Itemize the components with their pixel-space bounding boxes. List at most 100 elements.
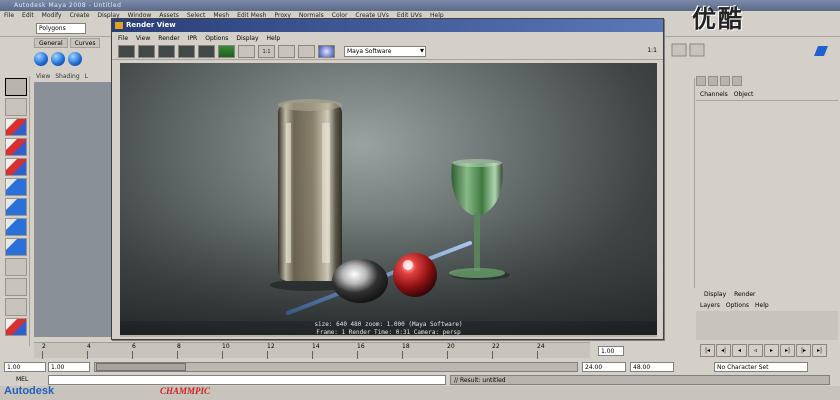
wine-glass-stem (474, 213, 480, 271)
renderer-select[interactable]: Maya Software (344, 46, 426, 57)
range-outer-end-field[interactable]: 48.00 (630, 362, 674, 372)
tool-settings-icon[interactable] (720, 76, 730, 86)
scale-tool-icon[interactable] (5, 178, 27, 196)
sphere-icon[interactable] (68, 52, 82, 66)
step-back-key-icon[interactable]: ◂| (716, 344, 731, 357)
channel-area (696, 100, 838, 285)
menu-file[interactable]: File (4, 11, 14, 21)
layer-menu-options[interactable]: Options (726, 301, 749, 310)
play-back-icon[interactable]: ◃ (748, 344, 763, 357)
move-tool-icon[interactable] (5, 138, 27, 156)
channel-tab-channels[interactable]: Channels (700, 90, 728, 100)
chrome-sphere (332, 259, 388, 303)
go-to-end-icon[interactable]: ▸| (812, 344, 827, 357)
rv-menu-view[interactable]: View (136, 33, 150, 44)
youku-watermark: 优酷 (692, 7, 744, 33)
character-set-select[interactable]: No Character Set (714, 362, 808, 372)
rgb-channels-icon[interactable] (218, 45, 235, 58)
channel-tabs: Channels Object (696, 90, 836, 100)
timeline-tick-label: 22 (492, 343, 500, 350)
watermark-logo: CHAMMPIC (160, 386, 211, 396)
channel-tab-object[interactable]: Object (734, 90, 754, 100)
mel-label[interactable]: MEL (16, 376, 28, 384)
keep-image-icon[interactable] (278, 45, 295, 58)
timeline-tick (447, 351, 448, 359)
lasso-tool-icon[interactable] (5, 98, 27, 116)
rv-menu-display[interactable]: Display (236, 33, 258, 44)
rv-menu-options[interactable]: Options (205, 33, 228, 44)
render-region-icon[interactable] (138, 45, 155, 58)
timeline-tick-label: 24 (537, 343, 545, 350)
layer-tab-display[interactable]: Display (704, 290, 726, 300)
layout-four-icon[interactable] (5, 258, 27, 276)
menu-edit[interactable]: Edit (22, 11, 34, 21)
layout-single-icon[interactable] (5, 238, 27, 256)
timeline-tick (87, 351, 88, 359)
channel-box-icon[interactable] (696, 76, 706, 86)
step-forward-icon[interactable]: ▸| (780, 344, 795, 357)
sphere-icon[interactable] (34, 52, 48, 66)
tall-glass-rim (278, 99, 342, 111)
right-shelf (668, 40, 840, 68)
render-info-size: size: 640 480 zoom: 1.000 (Maya Software… (314, 321, 463, 328)
layer-tabs: Display Render (696, 290, 838, 300)
rv-menu-render[interactable]: Render (158, 33, 179, 44)
range-end-field[interactable]: 24.00 (582, 362, 626, 372)
ipr-render-icon[interactable] (178, 45, 195, 58)
layer-tab-render[interactable]: Render (734, 290, 755, 300)
go-to-start-icon[interactable]: |◂ (700, 344, 715, 357)
panel-menu-view[interactable]: View (36, 72, 50, 82)
layer-menu-help[interactable]: Help (755, 301, 769, 310)
rendered-image (120, 63, 657, 335)
rotate-tool-icon[interactable] (5, 158, 27, 176)
step-back-icon[interactable]: ◂ (732, 344, 747, 357)
shelf-tab-general[interactable]: General (34, 38, 68, 48)
refresh-icon[interactable] (198, 45, 215, 58)
rv-menu-help[interactable]: Help (267, 33, 281, 44)
real-size-icon[interactable]: 1:1 (258, 45, 275, 58)
render-view-title[interactable]: Render View (112, 19, 663, 32)
remove-image-icon[interactable] (298, 45, 315, 58)
panel-menu-lighting[interactable]: L (85, 72, 88, 82)
manipulator-icon[interactable] (5, 198, 27, 216)
layout-icon[interactable] (732, 76, 742, 86)
red-sphere (393, 253, 437, 297)
rv-menu-ipr[interactable]: IPR (188, 33, 198, 44)
shelf-tab-curves[interactable]: Curves (69, 38, 101, 48)
menu-modify[interactable]: Modify (42, 11, 62, 21)
paint-select-icon[interactable] (5, 118, 27, 136)
panel-menu-shading[interactable]: Shading (55, 72, 79, 82)
timeline-tick (132, 351, 133, 359)
toolbox (2, 76, 30, 346)
select-tool-icon[interactable] (5, 78, 27, 96)
alpha-channel-icon[interactable] (238, 45, 255, 58)
range-inner-start-field[interactable]: 1.00 (48, 362, 90, 372)
render-scene (120, 99, 657, 335)
layer-menu-layers[interactable]: Layers (700, 301, 720, 310)
range-start-field[interactable]: 1.00 (4, 362, 46, 372)
play-forward-icon[interactable]: ▸ (764, 344, 779, 357)
render-globals-icon[interactable] (318, 45, 335, 58)
layout-persp-icon[interactable] (5, 278, 27, 296)
rv-menu-file[interactable]: File (118, 33, 128, 44)
shelf (34, 48, 114, 70)
timeline-tick-label: 20 (447, 343, 455, 350)
timeline-tick (222, 351, 223, 359)
range-slider-thumb[interactable] (96, 363, 186, 371)
redo-render-icon[interactable] (118, 45, 135, 58)
timeline-tick-label: 6 (132, 343, 136, 350)
time-slider[interactable]: 2 4 6 8 10 12 14 16 18 20 22 24 (34, 342, 590, 359)
render-info: size: 640 480 zoom: 1.000 (Maya Software… (120, 321, 657, 337)
current-time-field[interactable]: 1.00 (598, 346, 624, 356)
soft-mod-icon[interactable] (5, 218, 27, 236)
viewport[interactable] (34, 82, 114, 337)
render-icon[interactable] (5, 318, 27, 336)
snapshot-icon[interactable] (158, 45, 175, 58)
attribute-editor-icon[interactable] (708, 76, 718, 86)
mode-select[interactable]: Polygons (36, 23, 86, 34)
sphere-icon[interactable] (51, 52, 65, 66)
timeline-tick-label: 18 (402, 343, 410, 350)
menu-create[interactable]: Create (70, 11, 90, 21)
step-forward-key-icon[interactable]: |▸ (796, 344, 811, 357)
layout-outliner-icon[interactable] (5, 298, 27, 316)
